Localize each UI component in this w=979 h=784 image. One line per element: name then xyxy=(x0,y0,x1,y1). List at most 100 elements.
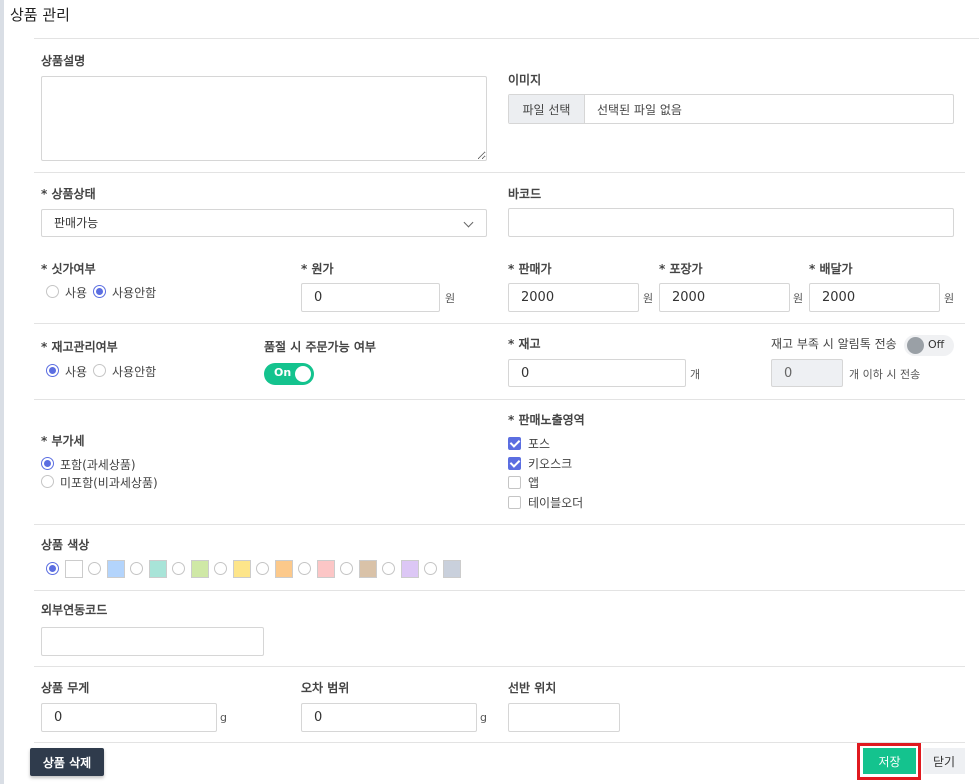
stock-alert-suffix: 개 이하 시 전송 xyxy=(849,368,921,381)
color-radio[interactable] xyxy=(298,562,311,575)
color-radio[interactable] xyxy=(88,562,101,575)
stock-mgmt-use-label: 사용 xyxy=(65,365,88,379)
delete-product-button[interactable]: 상품 삭제 xyxy=(30,748,104,776)
color-swatch[interactable] xyxy=(317,560,335,578)
divider xyxy=(34,590,965,591)
image-label: 이미지 xyxy=(508,73,542,87)
color-radio[interactable] xyxy=(130,562,143,575)
color-swatch[interactable] xyxy=(191,560,209,578)
barcode-input[interactable] xyxy=(508,208,954,237)
exposure-label: * 판매노출영역 xyxy=(508,413,585,427)
external-code-label: 외부연동코드 xyxy=(41,603,108,617)
vat-taxed-radio[interactable] xyxy=(41,457,54,470)
color-label: 상품 색상 xyxy=(41,538,90,552)
file-select-button[interactable]: 파일 선택 xyxy=(509,95,585,123)
delivery-price-label: * 배달가 xyxy=(809,262,853,276)
tolerance-label: 오차 범위 xyxy=(301,681,350,695)
color-radio[interactable] xyxy=(256,562,269,575)
stock-label: * 재고 xyxy=(508,337,541,351)
stock-mgmt-nouse-label: 사용안함 xyxy=(112,365,157,379)
external-code-input[interactable] xyxy=(41,627,264,656)
ssikga-nouse-radio[interactable] xyxy=(93,285,106,298)
exposure-kiosk-checkbox[interactable] xyxy=(508,457,521,470)
price-label: * 판매가 xyxy=(508,262,552,276)
delivery-price-unit: 원 xyxy=(944,292,955,305)
weight-label: 상품 무게 xyxy=(41,681,90,695)
color-swatch[interactable] xyxy=(359,560,377,578)
divider xyxy=(34,666,965,667)
color-radio[interactable] xyxy=(46,562,59,575)
color-swatch[interactable] xyxy=(107,560,125,578)
save-button[interactable]: 저장 xyxy=(863,748,916,774)
image-file-input[interactable]: 파일 선택 선택된 파일 없음 xyxy=(508,94,954,124)
status-select[interactable]: 판매가능 xyxy=(41,209,487,237)
stock-alert-label: 재고 부족 시 알림톡 전송 xyxy=(771,337,897,351)
pack-price-label: * 포장가 xyxy=(659,262,703,276)
color-radio[interactable] xyxy=(382,562,395,575)
exposure-pos-checkbox[interactable] xyxy=(508,437,521,450)
divider xyxy=(34,172,965,173)
exposure-tableorder-checkbox[interactable] xyxy=(508,496,521,509)
stock-alert-input[interactable]: 0 xyxy=(771,359,843,387)
ssikga-nouse-label: 사용안함 xyxy=(112,286,157,300)
page-title: 상품 관리 xyxy=(10,6,70,24)
product-form-panel: 상품 관리 상품설명 이미지 파일 선택 선택된 파일 없음 * 상품상태 판매… xyxy=(4,0,979,784)
tolerance-input[interactable]: 0 xyxy=(301,703,477,732)
vat-label: * 부가세 xyxy=(41,434,85,448)
stock-mgmt-label: * 재고관리여부 xyxy=(41,340,118,354)
vat-untaxed-radio[interactable] xyxy=(41,475,54,488)
price-unit: 원 xyxy=(643,292,654,305)
stock-mgmt-use-radio[interactable] xyxy=(46,364,59,377)
cost-unit: 원 xyxy=(445,292,456,305)
color-radio[interactable] xyxy=(214,562,227,575)
vat-untaxed-label: 미포함(비과세상품) xyxy=(60,476,158,490)
stock-unit: 개 xyxy=(690,368,701,381)
weight-input[interactable]: 0 xyxy=(41,703,217,732)
exposure-app-checkbox[interactable] xyxy=(508,476,521,489)
divider xyxy=(34,323,965,324)
color-swatch[interactable] xyxy=(233,560,251,578)
tolerance-unit: g xyxy=(480,711,487,724)
divider xyxy=(34,38,979,39)
divider xyxy=(34,399,965,400)
pack-price-input[interactable]: 2000 xyxy=(659,283,790,312)
weight-unit: g xyxy=(220,711,227,724)
ssikga-use-label: 사용 xyxy=(65,286,88,300)
color-swatch[interactable] xyxy=(65,560,83,578)
chevron-down-icon xyxy=(463,217,474,228)
cost-input[interactable]: 0 xyxy=(301,283,440,312)
soldout-order-label: 품절 시 주문가능 여부 xyxy=(264,340,376,354)
description-textarea[interactable] xyxy=(41,76,487,161)
shelf-input[interactable] xyxy=(508,703,620,732)
color-radio[interactable] xyxy=(424,562,437,575)
ssikga-use-radio[interactable] xyxy=(46,285,59,298)
stock-alert-toggle[interactable]: Off xyxy=(904,335,954,356)
cost-label: * 원가 xyxy=(301,262,334,276)
color-radio[interactable] xyxy=(172,562,185,575)
color-radio[interactable] xyxy=(340,562,353,575)
pack-price-unit: 원 xyxy=(793,292,804,305)
exposure-tableorder-label: 테이블오더 xyxy=(528,496,584,510)
toggle-on-text: On xyxy=(274,366,292,379)
vat-taxed-label: 포함(과세상품) xyxy=(60,458,136,472)
shelf-label: 선반 위치 xyxy=(508,681,557,695)
status-label: * 상품상태 xyxy=(41,187,96,201)
stock-mgmt-nouse-radio[interactable] xyxy=(93,364,106,377)
divider xyxy=(34,524,965,525)
color-swatch[interactable] xyxy=(401,560,419,578)
color-swatch[interactable] xyxy=(149,560,167,578)
exposure-kiosk-label: 키오스크 xyxy=(528,457,573,471)
delivery-price-input[interactable]: 2000 xyxy=(809,283,940,312)
ssikga-label: * 싯가여부 xyxy=(41,262,96,276)
color-swatch[interactable] xyxy=(443,560,461,578)
divider xyxy=(34,742,965,743)
price-input[interactable]: 2000 xyxy=(508,283,639,312)
color-swatch[interactable] xyxy=(275,560,293,578)
status-select-value: 판매가능 xyxy=(54,216,99,230)
toggle-off-text: Off xyxy=(928,338,945,351)
close-button[interactable]: 닫기 xyxy=(923,748,965,774)
stock-input[interactable]: 0 xyxy=(508,359,686,387)
soldout-order-toggle[interactable]: On xyxy=(264,363,314,385)
barcode-label: 바코드 xyxy=(508,187,542,201)
exposure-app-label: 앱 xyxy=(528,476,540,490)
